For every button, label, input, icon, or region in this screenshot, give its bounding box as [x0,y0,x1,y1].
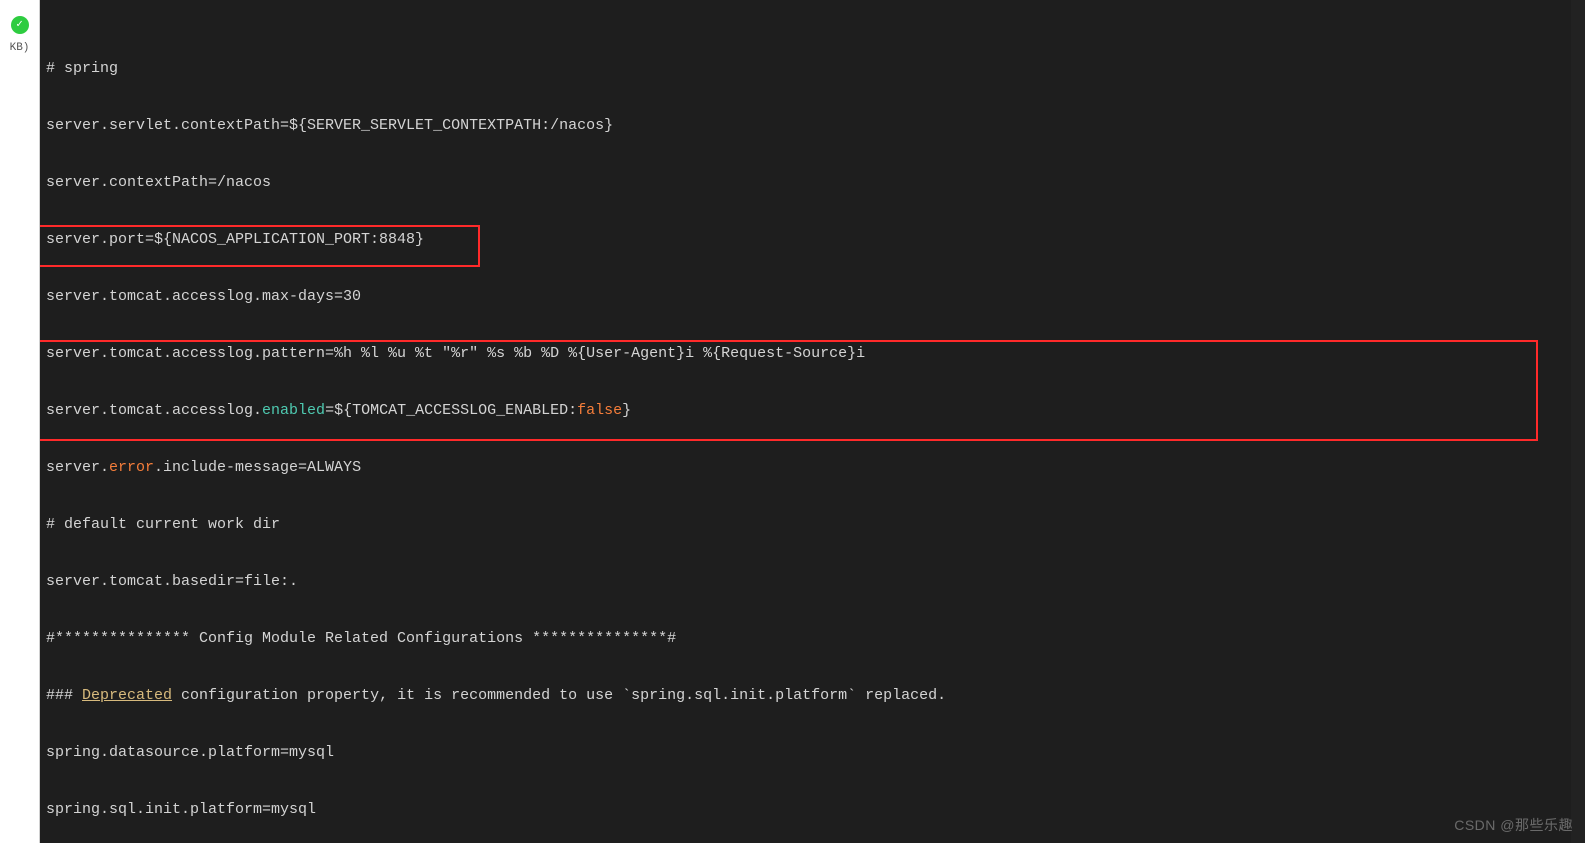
ok-status-icon: ✓ [11,16,29,34]
code-line: server.tomcat.accesslog.enabled=${TOMCAT… [46,401,1579,420]
watermark: CSDN @那些乐趣 [1454,816,1573,835]
code-line: server.port=${NACOS_APPLICATION_PORT:884… [46,230,1579,249]
root: ✓ KB) # spring server.servlet.contextPat… [0,0,1585,843]
vertical-scrollbar[interactable] [1571,0,1585,843]
code-line: #*************** Config Module Related C… [46,629,1579,648]
code-line: server.tomcat.basedir=file:. [46,572,1579,591]
code-line: server.servlet.contextPath=${SERVER_SERV… [46,116,1579,135]
gutter: ✓ KB) [0,0,40,843]
code-line: # default current work dir [46,515,1579,534]
code-line: # spring [46,60,118,77]
code-line: server.error.include-message=ALWAYS [46,458,1579,477]
code-line: ### Deprecated configuration property, i… [46,686,1579,705]
code-line: server.tomcat.accesslog.pattern=%h %l %u… [46,344,1579,363]
code-line: spring.sql.init.platform=mysql [46,800,1579,819]
code-line: server.contextPath=/nacos [46,173,1579,192]
code-line: server.tomcat.accesslog.max-days=30 [46,287,1579,306]
size-label: KB) [10,42,30,54]
check-icon: ✓ [16,20,23,31]
code-editor[interactable]: # spring server.servlet.contextPath=${SE… [40,0,1585,843]
code-line: spring.datasource.platform=mysql [46,743,1579,762]
